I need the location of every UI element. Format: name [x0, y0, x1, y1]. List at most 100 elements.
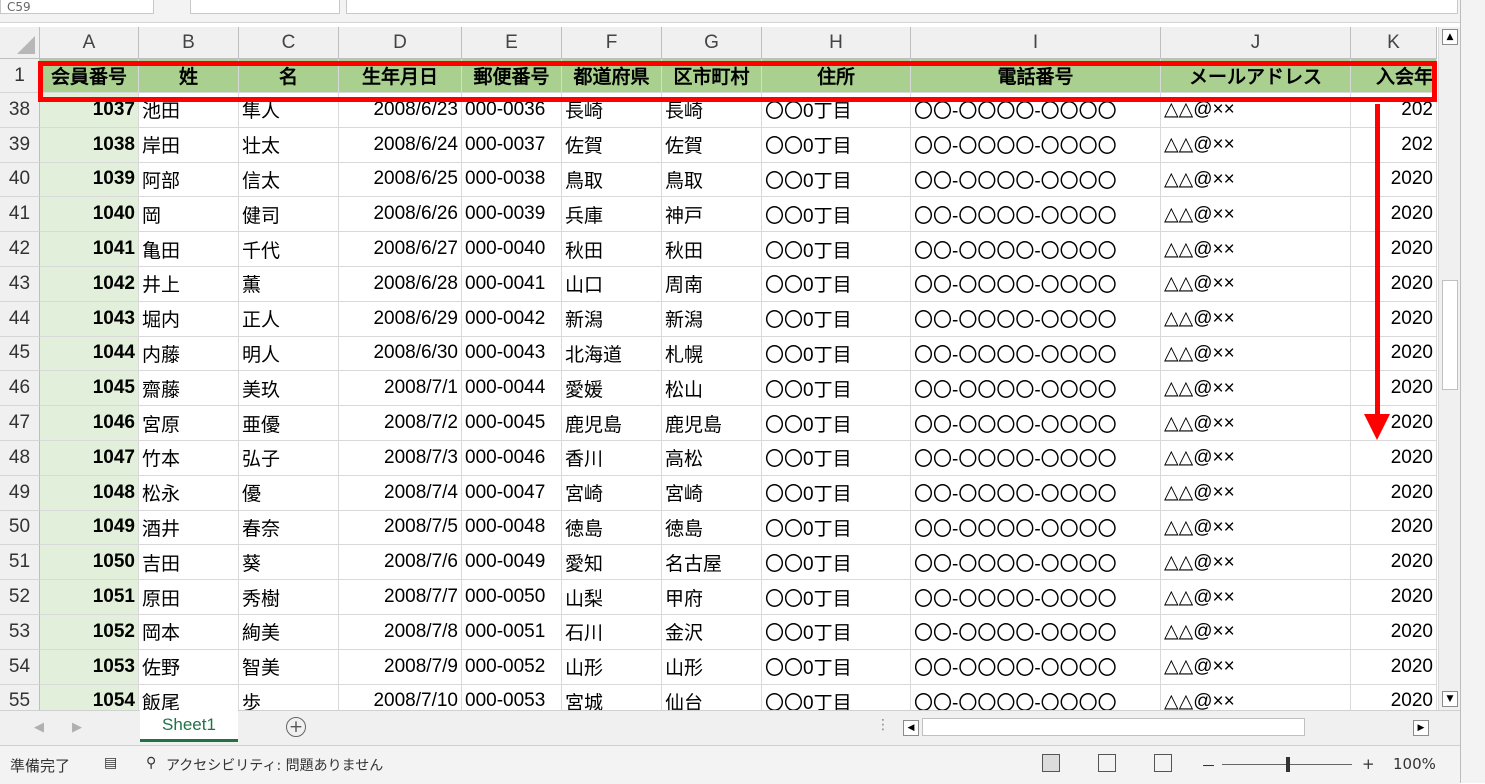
- table-cell-i[interactable]: 〇〇-〇〇〇〇-〇〇〇〇: [911, 545, 1161, 581]
- row-header[interactable]: 52: [0, 580, 40, 615]
- row-header[interactable]: 40: [0, 162, 40, 198]
- table-cell-h[interactable]: 〇〇0丁目: [762, 232, 911, 267]
- zoom-out-icon[interactable]: －: [1201, 755, 1216, 776]
- horizontal-scroll-thumb[interactable]: [922, 718, 1305, 736]
- sheet-tab-sheet1[interactable]: Sheet1: [140, 710, 238, 742]
- table-cell-i[interactable]: 〇〇-〇〇〇〇-〇〇〇〇: [911, 197, 1161, 233]
- row-header[interactable]: 41: [0, 197, 40, 233]
- row-header[interactable]: 54: [0, 649, 40, 685]
- header-cell-c[interactable]: 名: [239, 59, 339, 93]
- vertical-scroll-thumb[interactable]: [1442, 280, 1458, 390]
- table-cell-f[interactable]: 宮城: [562, 684, 662, 710]
- table-cell-c[interactable]: 智美: [239, 649, 339, 685]
- table-cell-d[interactable]: 2008/7/7: [339, 580, 462, 615]
- table-cell-a[interactable]: 1038: [40, 127, 139, 163]
- table-cell-f[interactable]: 鹿児島: [562, 406, 662, 441]
- header-cell-h[interactable]: 住所: [762, 59, 911, 93]
- table-cell-k[interactable]: 2020: [1351, 545, 1437, 581]
- table-cell-k[interactable]: 2020: [1351, 371, 1437, 407]
- table-cell-a[interactable]: 1039: [40, 162, 139, 198]
- table-cell-e[interactable]: 000-0043: [462, 336, 562, 372]
- table-cell-f[interactable]: 徳島: [562, 510, 662, 546]
- table-cell-c[interactable]: 壮太: [239, 127, 339, 163]
- table-cell-j[interactable]: △△@××: [1161, 649, 1351, 685]
- table-cell-j[interactable]: △△@××: [1161, 406, 1351, 441]
- table-cell-j[interactable]: △△@××: [1161, 232, 1351, 267]
- table-cell-f[interactable]: 石川: [562, 615, 662, 650]
- table-cell-h[interactable]: 〇〇0丁目: [762, 441, 911, 476]
- zoom-slider-knob[interactable]: [1286, 757, 1290, 772]
- page-layout-view-icon[interactable]: [1098, 754, 1116, 772]
- table-cell-i[interactable]: 〇〇-〇〇〇〇-〇〇〇〇: [911, 441, 1161, 476]
- table-cell-k[interactable]: 2020: [1351, 475, 1437, 511]
- tab-splitter-icon[interactable]: ⋮: [876, 717, 890, 733]
- table-cell-k[interactable]: 2020: [1351, 441, 1437, 476]
- table-cell-i[interactable]: 〇〇-〇〇〇〇-〇〇〇〇: [911, 649, 1161, 685]
- table-cell-e[interactable]: 000-0040: [462, 232, 562, 267]
- table-cell-i[interactable]: 〇〇-〇〇〇〇-〇〇〇〇: [911, 580, 1161, 615]
- column-header-h[interactable]: H: [762, 27, 911, 59]
- table-cell-e[interactable]: 000-0042: [462, 301, 562, 337]
- table-cell-a[interactable]: 1042: [40, 267, 139, 302]
- table-cell-b[interactable]: 宮原: [139, 406, 239, 441]
- table-cell-e[interactable]: 000-0039: [462, 197, 562, 233]
- table-cell-h[interactable]: 〇〇0丁目: [762, 615, 911, 650]
- table-cell-a[interactable]: 1049: [40, 510, 139, 546]
- table-cell-f[interactable]: 宮崎: [562, 475, 662, 511]
- table-cell-j[interactable]: △△@××: [1161, 336, 1351, 372]
- table-cell-h[interactable]: 〇〇0丁目: [762, 267, 911, 302]
- column-header-c[interactable]: C: [239, 27, 339, 59]
- table-cell-d[interactable]: 2008/7/9: [339, 649, 462, 685]
- table-cell-g[interactable]: 名古屋: [662, 545, 762, 581]
- table-cell-g[interactable]: 周南: [662, 267, 762, 302]
- table-cell-i[interactable]: 〇〇-〇〇〇〇-〇〇〇〇: [911, 162, 1161, 198]
- table-cell-b[interactable]: 岸田: [139, 127, 239, 163]
- table-cell-d[interactable]: 2008/7/8: [339, 615, 462, 650]
- table-cell-h[interactable]: 〇〇0丁目: [762, 510, 911, 546]
- table-cell-b[interactable]: 齋藤: [139, 371, 239, 407]
- table-cell-e[interactable]: 000-0050: [462, 580, 562, 615]
- table-cell-h[interactable]: 〇〇0丁目: [762, 580, 911, 615]
- table-cell-a[interactable]: 1037: [40, 93, 139, 128]
- table-cell-h[interactable]: 〇〇0丁目: [762, 93, 911, 128]
- table-cell-d[interactable]: 2008/7/3: [339, 441, 462, 476]
- table-cell-d[interactable]: 2008/6/29: [339, 301, 462, 337]
- column-header-a[interactable]: A: [40, 27, 139, 59]
- table-cell-b[interactable]: 岡本: [139, 615, 239, 650]
- header-cell-a[interactable]: 会員番号: [40, 59, 139, 93]
- table-cell-a[interactable]: 1053: [40, 649, 139, 685]
- column-header-e[interactable]: E: [462, 27, 562, 59]
- table-cell-h[interactable]: 〇〇0丁目: [762, 301, 911, 337]
- table-cell-i[interactable]: 〇〇-〇〇〇〇-〇〇〇〇: [911, 406, 1161, 441]
- table-cell-k[interactable]: 2020: [1351, 162, 1437, 198]
- table-cell-e[interactable]: 000-0048: [462, 510, 562, 546]
- table-cell-e[interactable]: 000-0047: [462, 475, 562, 511]
- scroll-left-icon[interactable]: ◀: [903, 720, 919, 736]
- table-cell-k[interactable]: 2020: [1351, 267, 1437, 302]
- row-header[interactable]: 42: [0, 232, 40, 267]
- table-cell-j[interactable]: △△@××: [1161, 127, 1351, 163]
- table-cell-b[interactable]: 岡: [139, 197, 239, 233]
- header-cell-e[interactable]: 郵便番号: [462, 59, 562, 93]
- table-cell-j[interactable]: △△@××: [1161, 545, 1351, 581]
- column-header-g[interactable]: G: [662, 27, 762, 59]
- table-cell-a[interactable]: 1048: [40, 475, 139, 511]
- table-cell-g[interactable]: 鹿児島: [662, 406, 762, 441]
- table-cell-c[interactable]: 絢美: [239, 615, 339, 650]
- table-cell-e[interactable]: 000-0045: [462, 406, 562, 441]
- table-cell-i[interactable]: 〇〇-〇〇〇〇-〇〇〇〇: [911, 336, 1161, 372]
- table-cell-d[interactable]: 2008/7/1: [339, 371, 462, 407]
- table-cell-d[interactable]: 2008/7/5: [339, 510, 462, 546]
- row-header[interactable]: 46: [0, 371, 40, 407]
- table-cell-e[interactable]: 000-0052: [462, 649, 562, 685]
- table-cell-b[interactable]: 松永: [139, 475, 239, 511]
- scroll-up-icon[interactable]: ▲: [1442, 29, 1458, 45]
- table-cell-b[interactable]: 酒井: [139, 510, 239, 546]
- table-cell-g[interactable]: 神戸: [662, 197, 762, 233]
- vertical-scrollbar[interactable]: ▲ ▼: [1438, 27, 1461, 710]
- table-cell-d[interactable]: 2008/6/26: [339, 197, 462, 233]
- column-header-j[interactable]: J: [1161, 27, 1351, 59]
- column-header-k[interactable]: K: [1351, 27, 1437, 59]
- table-cell-j[interactable]: △△@××: [1161, 197, 1351, 233]
- header-cell-i[interactable]: 電話番号: [911, 59, 1161, 93]
